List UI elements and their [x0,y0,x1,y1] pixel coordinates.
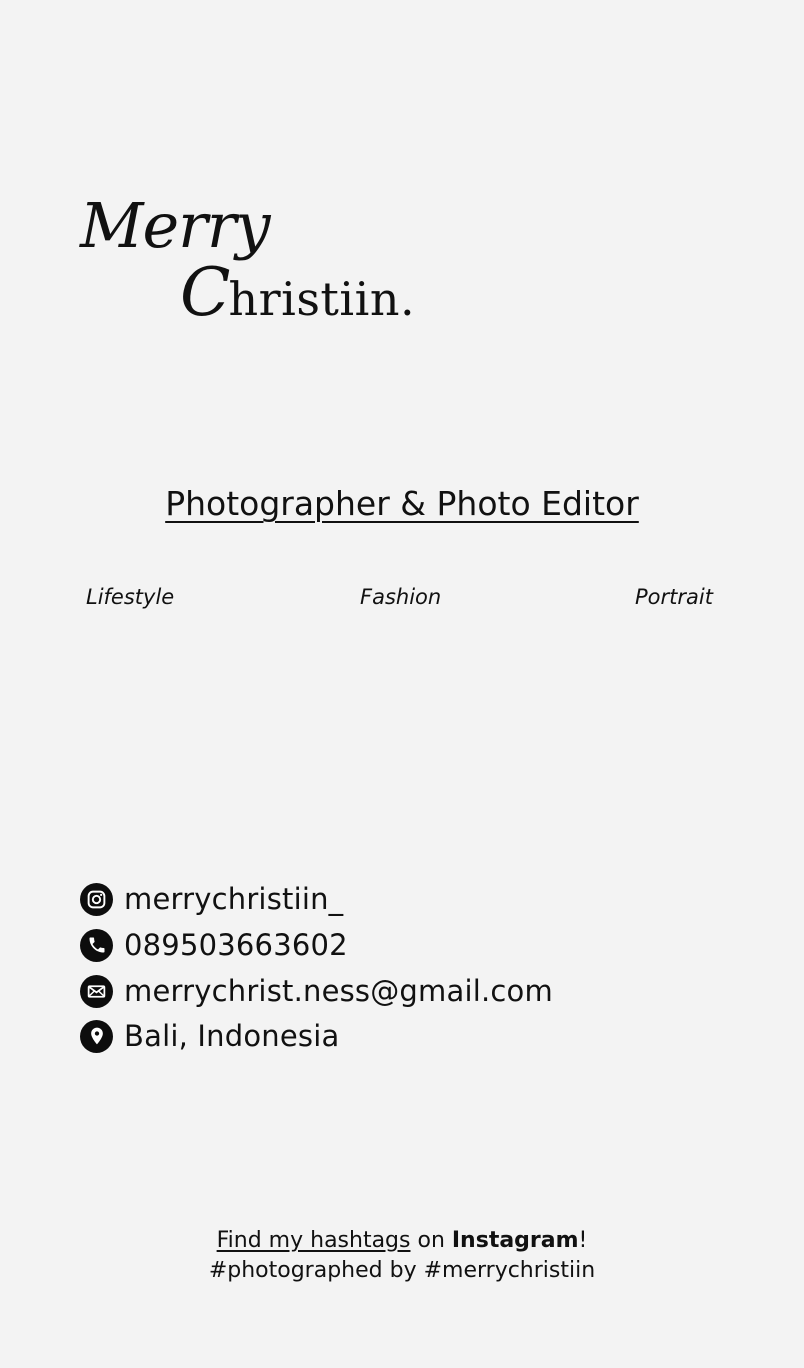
headline: Photographer & Photo Editor [165,484,639,523]
footer-exclamation: ! [578,1228,588,1253]
contact-instagram[interactable]: merrychristiin_ [80,879,343,919]
footer-connector-text: on [410,1228,452,1253]
instagram-handle: merrychristiin_ [124,882,344,916]
email-address: merrychrist.ness@gmail.com [124,974,553,1008]
contact-phone[interactable]: 089503663602 [80,925,348,965]
phone-icon [80,928,113,962]
footer-tagline: #photographed by #merrychristiin [208,1258,596,1283]
logo-first-name: Merry [80,189,270,262]
contact-email[interactable]: merrychrist.ness@gmail.com [80,971,553,1011]
specialty-portrait: Portrait [635,585,713,609]
logo-last-name: Christiin. [180,260,415,326]
mail-icon [80,974,113,1008]
find-hashtags-link[interactable]: Find my hashtags [217,1228,411,1253]
contact-location: Bali, Indonesia [80,1016,339,1056]
phone-number: 089503663602 [124,928,348,962]
location-pin-icon [80,1019,113,1053]
specialty-lifestyle: Lifestyle [86,585,175,609]
instagram-icon [80,882,113,916]
footer-platform-name: Instagram [451,1228,579,1253]
footer-hashtag-line: Find my hashtags on Instagram! [0,1228,804,1253]
logo-last-name-rest: hristiin. [228,272,416,326]
logo-last-name-initial: C [180,254,230,331]
specialty-fashion: Fashion [360,585,442,609]
location-text: Bali, Indonesia [124,1019,340,1053]
